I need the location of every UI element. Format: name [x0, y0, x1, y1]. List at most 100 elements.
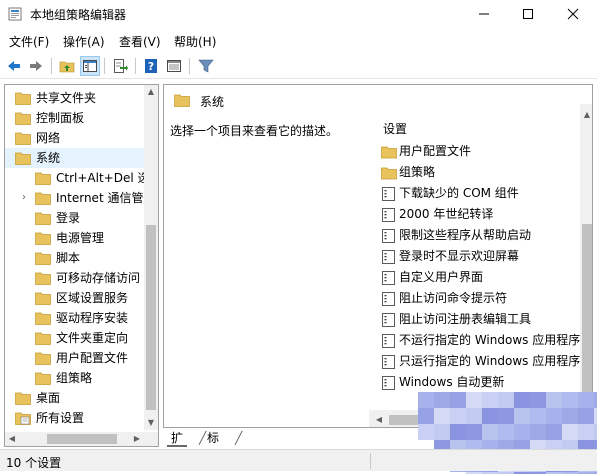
tree-horizontal-scrollbar[interactable]: ◀ ▶: [5, 432, 144, 446]
tree-vertical-scrollbar[interactable]: ▲ ▼: [144, 85, 158, 430]
list-item-label: 阻止访问注册表编辑工具: [399, 312, 532, 326]
list-item[interactable]: Windows 自动更新: [381, 372, 581, 393]
tab-extended[interactable]: 扩展: [167, 429, 188, 463]
scroll-left-arrow-icon[interactable]: ◀: [5, 432, 19, 446]
scrollbar-thumb[interactable]: [146, 225, 156, 410]
list-item[interactable]: 用户配置文件: [381, 141, 581, 162]
column-header-setting[interactable]: 设置: [383, 120, 407, 137]
scrollbar-thumb[interactable]: [47, 434, 117, 444]
maximize-button[interactable]: [508, 0, 548, 28]
tree-item[interactable]: › Internet 通信管: [5, 188, 144, 208]
list-item-label: 用户配置文件: [399, 144, 472, 158]
list-item[interactable]: 不运行指定的 Windows 应用程序: [381, 330, 581, 351]
mosaic-cell: [466, 424, 482, 440]
tree-item-label: 区域设置服务: [56, 291, 129, 305]
list-vertical-scrollbar[interactable]: ▲: [580, 104, 592, 427]
tree-item[interactable]: 区域设置服务: [5, 288, 144, 308]
status-text: 10 个设置: [6, 456, 62, 470]
tree-item[interactable]: 用户配置文件: [5, 348, 144, 368]
mosaic-cell: [578, 392, 594, 408]
mosaic-cell: [530, 424, 546, 440]
menu-file[interactable]: 文件(F): [9, 33, 49, 50]
scrollbar-thumb[interactable]: [389, 415, 419, 425]
folder-icon: [174, 94, 190, 107]
menu-help[interactable]: 帮助(H): [174, 33, 216, 50]
list-item[interactable]: 阻止访问命令提示符: [381, 288, 581, 309]
svg-text:?: ?: [148, 60, 154, 73]
scroll-left-arrow-icon[interactable]: ◀: [372, 413, 386, 427]
tree-item[interactable]: 电源管理: [5, 228, 144, 248]
tree-item-label: 桌面: [36, 391, 61, 405]
scroll-up-arrow-icon[interactable]: ▲: [580, 108, 592, 122]
tree-item[interactable]: 网络: [5, 128, 144, 148]
menu-action[interactable]: 操作(A): [63, 33, 105, 50]
mosaic-cell: [562, 392, 578, 408]
tree-item[interactable]: 组策略: [5, 368, 144, 388]
tree-item-label: 用户配置文件: [56, 351, 129, 365]
policy-setting-icon: [382, 187, 395, 201]
tree-item[interactable]: Ctrl+Alt+Del 选: [5, 168, 144, 188]
toolbar: ?: [0, 53, 597, 79]
scroll-down-arrow-icon[interactable]: ▼: [144, 416, 158, 430]
maximize-icon: [523, 9, 533, 19]
details-header-title: 系统: [200, 95, 225, 109]
list-item[interactable]: 2000 年世纪转译: [381, 204, 581, 225]
minimize-button[interactable]: [464, 0, 504, 28]
folder-icon: [35, 332, 51, 345]
folder-icon: [35, 252, 51, 265]
list-item[interactable]: 阻止访问注册表编辑工具: [381, 309, 581, 330]
scroll-up-arrow-icon[interactable]: ▲: [144, 85, 158, 99]
forward-button[interactable]: [26, 56, 46, 76]
tab-standard[interactable]: 标准: [203, 429, 223, 463]
list-item[interactable]: 组策略: [381, 162, 581, 183]
tree-item[interactable]: 文件夹重定向: [5, 328, 144, 348]
tree-item-label: 网络: [36, 131, 61, 145]
filter-button[interactable]: [196, 56, 216, 76]
tree-item-label: 脚本: [56, 251, 81, 265]
mosaic-cell: [498, 408, 514, 424]
tree-item[interactable]: 登录: [5, 208, 144, 228]
mosaic-cell: [466, 408, 482, 424]
list-item[interactable]: 登录时不显示欢迎屏幕: [381, 246, 581, 267]
show-hide-tree-button[interactable]: [80, 56, 100, 76]
tree-item[interactable]: 脚本: [5, 248, 144, 268]
toolbar-separator: [51, 58, 52, 74]
list-item[interactable]: 自定义用户界面: [381, 267, 581, 288]
folder-icon: [35, 172, 51, 185]
export-list-icon: [114, 59, 128, 73]
list-item[interactable]: 只运行指定的 Windows 应用程序: [381, 351, 581, 372]
tree-item[interactable]: 驱动程序安装: [5, 308, 144, 328]
scroll-right-arrow-icon[interactable]: ▶: [130, 432, 144, 446]
tree-item-label: 可移动存储访问: [56, 271, 141, 285]
folder-icon: [15, 132, 31, 145]
mosaic-cell: [498, 424, 514, 440]
list-item[interactable]: 限制这些程序从帮助启动: [381, 225, 581, 246]
tree-item[interactable]: 可移动存储访问: [5, 268, 144, 288]
view-options-button[interactable]: [164, 56, 184, 76]
tree-item[interactable]: 共享文件夹: [5, 88, 144, 108]
expand-arrow-icon[interactable]: ›: [22, 188, 32, 208]
folder-icon: [35, 212, 51, 225]
menu-view[interactable]: 查看(V): [119, 33, 161, 50]
mosaic-cell: [530, 392, 546, 408]
settings-list[interactable]: 设置 用户配置文件组策略下载缺少的 COM 组件 2000 年世纪转译 限制这些程序…: [369, 104, 592, 427]
tree-item-label: 所有设置: [36, 411, 85, 425]
help-button[interactable]: ?: [141, 56, 161, 76]
tree-item[interactable]: 系统: [5, 148, 144, 168]
folder-icon: [381, 146, 397, 159]
up-one-level-button[interactable]: [57, 56, 77, 76]
mosaic-cell: [498, 392, 514, 408]
list-item-label: 下载缺少的 COM 组件: [399, 186, 519, 200]
export-list-button[interactable]: [110, 56, 130, 76]
tree-item[interactable]: 控制面板: [5, 108, 144, 128]
scrollbar-thumb[interactable]: [582, 224, 592, 394]
tree-item[interactable]: 所有设置: [5, 408, 144, 428]
tree-item-label: 控制面板: [36, 111, 85, 125]
navigation-tree[interactable]: 共享文件夹控制面板网络系统 Ctrl+Alt+Del 选 › Internet 通信管…: [4, 84, 159, 447]
folder-icon: [381, 167, 397, 180]
tree-item[interactable]: 桌面: [5, 388, 144, 408]
close-button[interactable]: [553, 0, 593, 28]
list-item[interactable]: 下载缺少的 COM 组件: [381, 183, 581, 204]
back-button[interactable]: [4, 56, 24, 76]
tab-divider: ╱: [235, 431, 243, 445]
